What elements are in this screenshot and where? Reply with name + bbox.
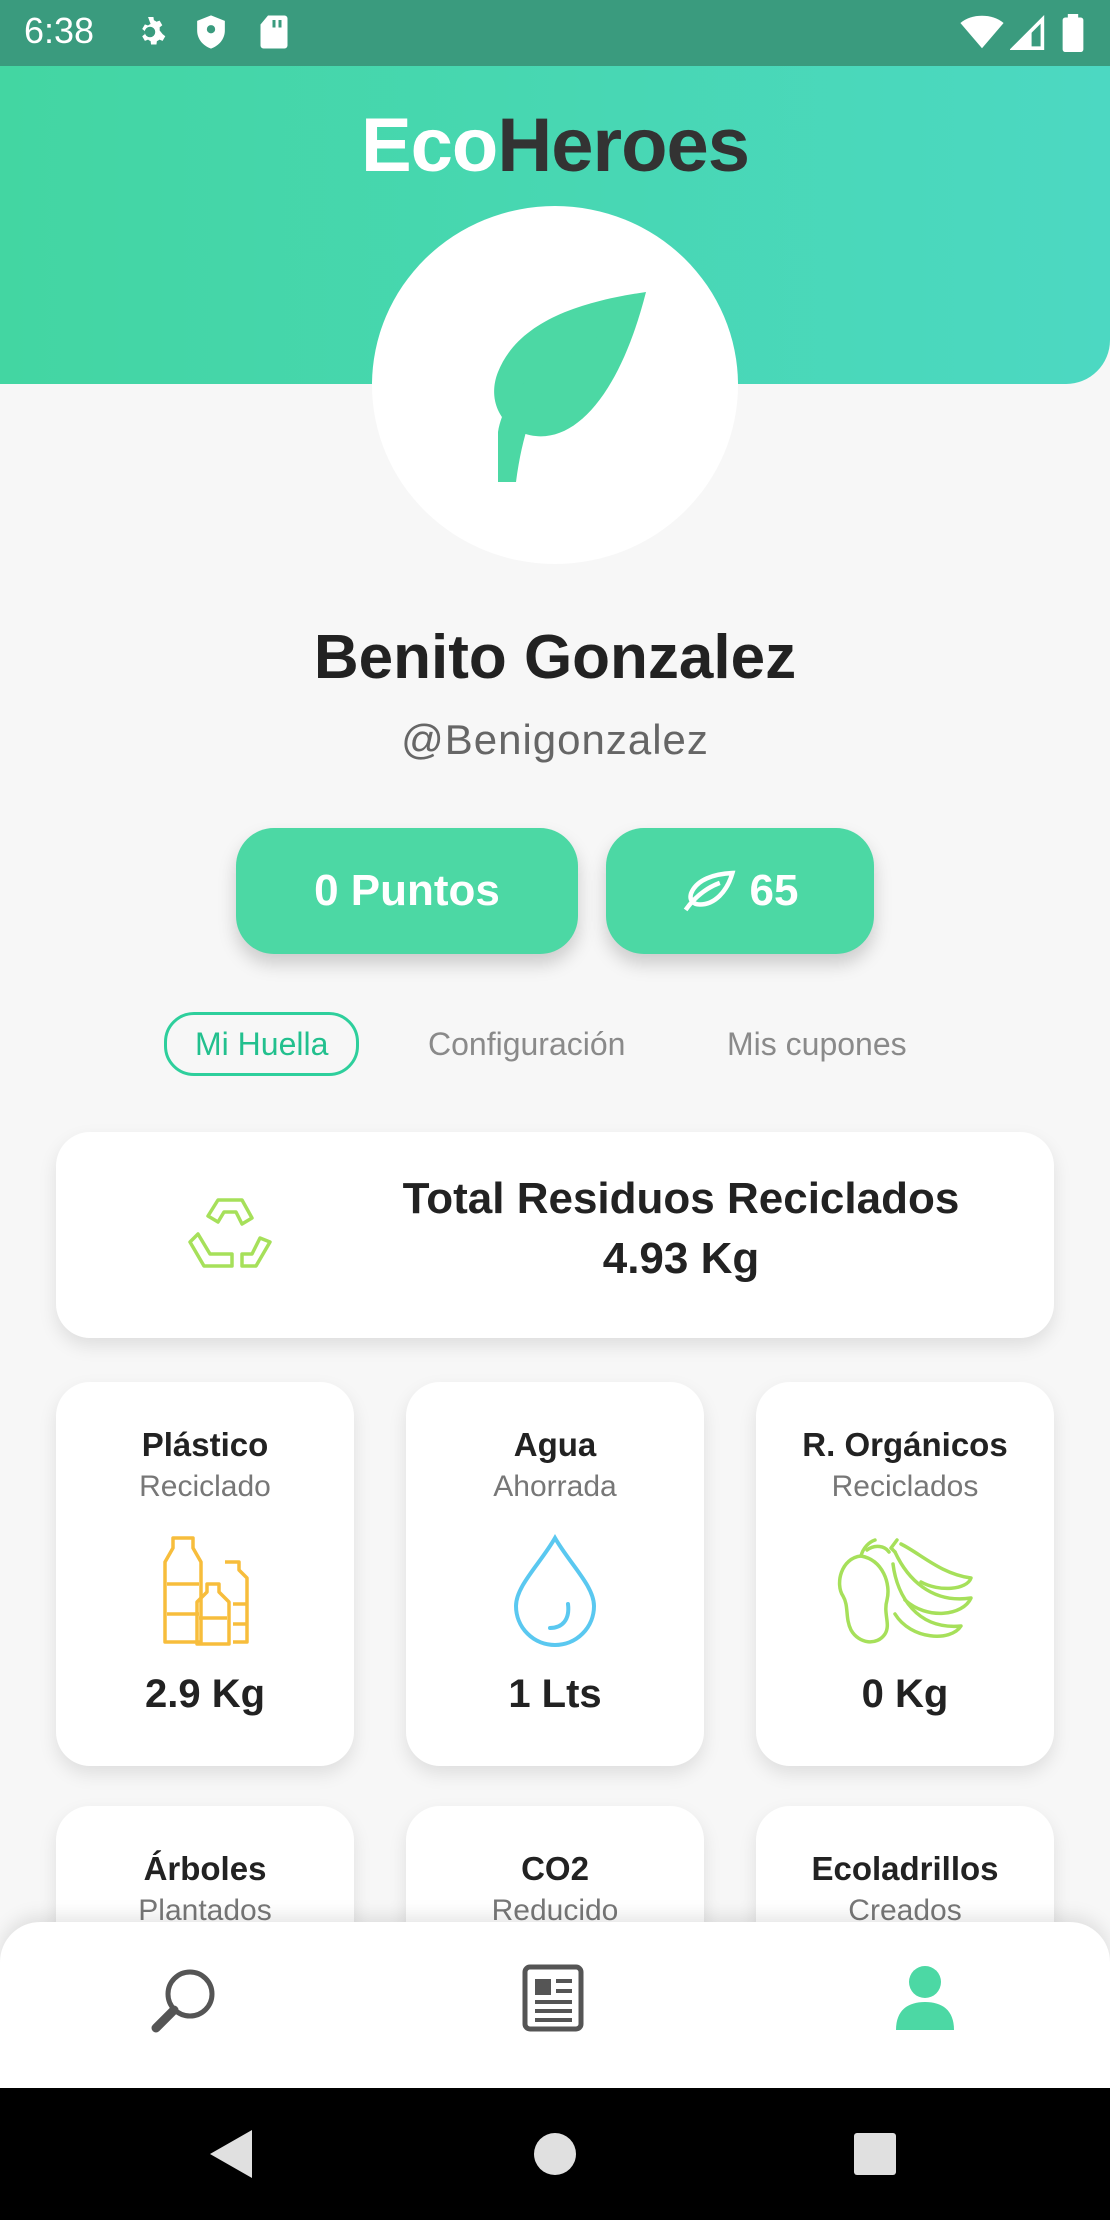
organic-waste-icon xyxy=(756,1534,1054,1652)
brand-eco: Eco xyxy=(360,103,498,188)
leaves-value: 65 xyxy=(749,866,799,915)
leaf-icon xyxy=(494,292,646,482)
home-icon[interactable] xyxy=(532,2128,578,2184)
recents-icon[interactable] xyxy=(852,2128,898,2184)
water-drop-icon xyxy=(406,1534,704,1652)
bottom-nav xyxy=(0,1922,1110,2088)
water-card: Agua Ahorrada 1 Lts xyxy=(406,1382,704,1766)
signal-icon xyxy=(1009,14,1046,54)
card-title: Ecoladrillos xyxy=(811,1850,999,1887)
gear-icon xyxy=(132,14,168,54)
leaf-outline-icon xyxy=(683,870,735,912)
card-title: Plástico xyxy=(141,1426,269,1463)
card-subtitle: Reciclado xyxy=(139,1470,271,1503)
leaves-button[interactable]: 65 xyxy=(606,828,874,954)
tab-mi-huella[interactable]: Mi Huella xyxy=(164,1012,360,1076)
brand-heroes: Heroes xyxy=(497,103,750,188)
status-time: 6:38 xyxy=(24,10,95,51)
points-button[interactable]: 0 Puntos xyxy=(236,828,578,954)
avatar[interactable] xyxy=(372,206,738,564)
card-title: Árboles xyxy=(143,1850,267,1887)
app-logo: EcoHeroes xyxy=(0,102,1110,189)
bottles-icon xyxy=(56,1534,354,1652)
tab-configuracion[interactable]: Configuración xyxy=(428,1014,625,1074)
card-subtitle: Ahorrada xyxy=(493,1470,617,1503)
total-recycled-card: Total Residuos Reciclados 4.93 Kg xyxy=(56,1132,1054,1338)
card-title: R. Orgánicos xyxy=(802,1426,1008,1463)
points-label: 0 Puntos xyxy=(314,866,500,915)
profile-name: Benito Gonzalez xyxy=(313,623,797,692)
card-subtitle: Reciclados xyxy=(831,1470,979,1503)
system-nav-bar xyxy=(0,2088,1110,2220)
recycle-icon xyxy=(184,1190,276,1286)
status-bar: 6:38 xyxy=(0,0,1110,66)
sd-card-icon xyxy=(258,14,290,54)
shield-icon xyxy=(194,14,228,54)
profile-handle: @Benigonzalez xyxy=(401,716,709,763)
news-icon[interactable] xyxy=(522,1964,584,2036)
plastic-card: Plástico Reciclado 2.9 Kg xyxy=(56,1382,354,1766)
search-icon[interactable] xyxy=(148,1964,220,2040)
profile-tabs: Mi Huella Configuración Mis cupones xyxy=(0,1012,1110,1076)
battery-icon xyxy=(1062,14,1084,56)
wifi-icon xyxy=(960,14,1004,54)
tab-mis-cupones[interactable]: Mis cupones xyxy=(727,1014,907,1074)
total-recycled-label: Total Residuos Reciclados xyxy=(402,1174,960,1223)
back-icon[interactable] xyxy=(208,2128,254,2184)
card-value: 0 Kg xyxy=(861,1672,949,1716)
card-value: 2.9 Kg xyxy=(144,1672,266,1716)
profile-icon[interactable] xyxy=(894,1964,956,2036)
total-recycled-value: 4.93 Kg xyxy=(602,1234,760,1283)
card-title: CO2 xyxy=(521,1850,589,1887)
organic-card: R. Orgánicos Reciclados 0 Kg xyxy=(756,1382,1054,1766)
card-value: 1 Lts xyxy=(508,1672,602,1716)
card-title: Agua xyxy=(513,1426,597,1463)
